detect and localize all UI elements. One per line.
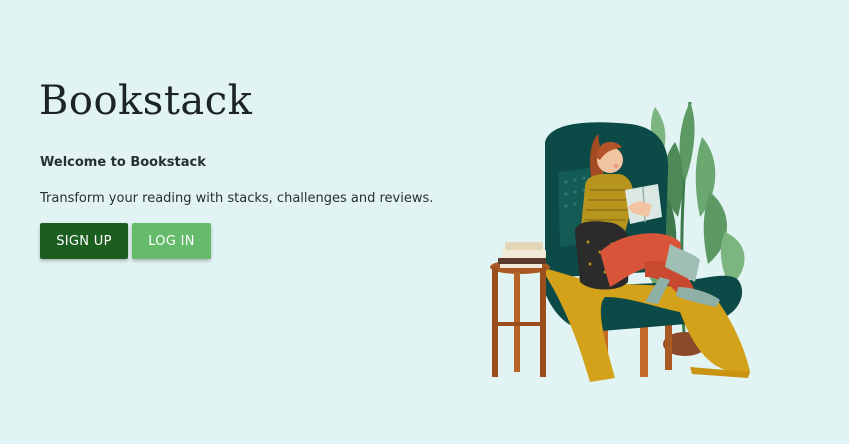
brand-title: Bookstack [39, 78, 253, 124]
landing-hero: Bookstack Welcome to Bookstack Transform… [0, 0, 849, 444]
side-table-icon [490, 242, 550, 377]
sign-up-button[interactable]: SIGN UP [40, 223, 128, 259]
log-in-button[interactable]: LOG IN [132, 223, 211, 259]
reading-woman-illustration [490, 101, 750, 382]
auth-actions: SIGN UP LOG IN [40, 223, 211, 259]
welcome-heading: Welcome to Bookstack [40, 155, 206, 170]
tagline-text: Transform your reading with stacks, chal… [40, 191, 434, 206]
